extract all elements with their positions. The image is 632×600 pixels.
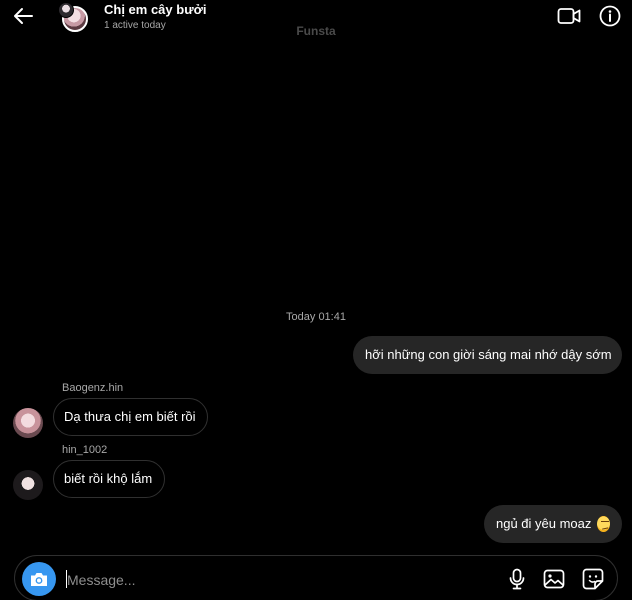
message-text: Dạ thưa chị em biết rồi — [64, 409, 196, 424]
voice-message-button[interactable] — [505, 567, 529, 591]
thread-title: Chị em cây bưởi — [104, 2, 207, 17]
thread-header: Chị em cây bưởi 1 active today Funsta — [0, 0, 632, 40]
video-camera-icon — [557, 7, 581, 25]
microphone-icon — [508, 568, 526, 590]
message-timestamp: Today 01:41 — [286, 311, 346, 323]
account-name-watermark: Funsta — [296, 24, 336, 38]
smirking-face-emoji-icon — [597, 516, 610, 532]
incoming-message[interactable]: biết rồi khộ lắm — [53, 460, 165, 498]
message-text: biết rồi khộ lắm — [64, 471, 153, 486]
text-caret — [66, 570, 67, 588]
message-text: hỡi những con giời sáng mai nhớ dậy sớm — [365, 347, 612, 362]
sticker-icon — [582, 568, 604, 590]
sender-name: hin_1002 — [62, 444, 108, 456]
outgoing-message[interactable]: hỡi những con giời sáng mai nhớ dậy sớm — [353, 336, 622, 374]
sender-name: Baogenz.hin — [62, 382, 124, 394]
incoming-message[interactable]: Dạ thưa chị em biết rồi — [53, 398, 208, 436]
camera-icon — [29, 571, 49, 588]
avatar[interactable] — [13, 408, 43, 438]
avatar[interactable] — [13, 470, 43, 500]
message-composer — [14, 555, 618, 600]
dm-thread-screen: Chị em cây bưởi 1 active today Funsta To… — [0, 0, 632, 600]
group-avatar-secondary — [58, 2, 74, 18]
message-input[interactable] — [65, 564, 399, 596]
camera-button[interactable] — [22, 562, 56, 596]
outgoing-message[interactable]: ngủ đi yêu moaz — [484, 505, 622, 543]
gallery-button[interactable] — [542, 567, 566, 591]
arrow-left-icon — [13, 7, 33, 25]
image-icon — [543, 569, 565, 589]
message-text: ngủ đi yêu moaz — [496, 516, 592, 531]
sticker-button[interactable] — [581, 567, 605, 591]
